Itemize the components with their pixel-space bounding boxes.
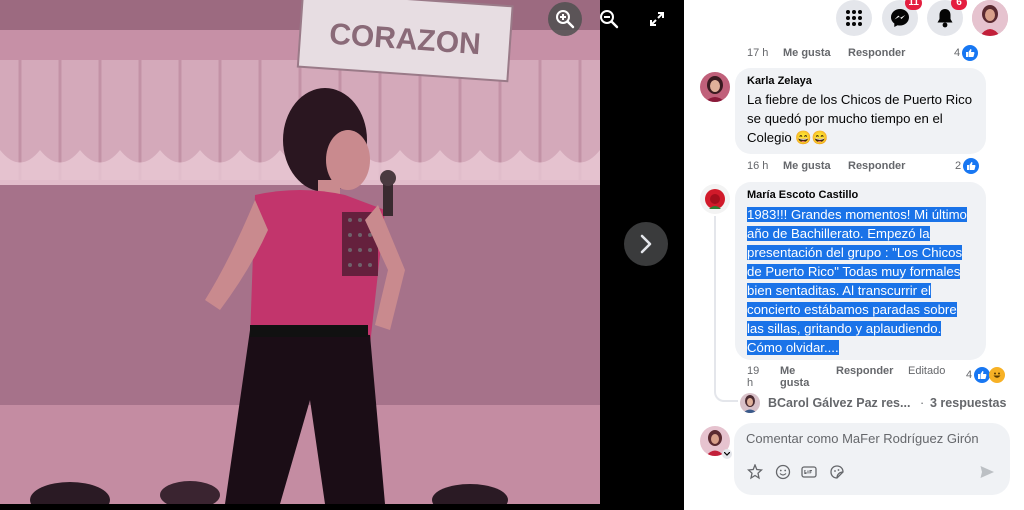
comment-text: La fiebre de los Chicos de Puerto Rico s… bbox=[747, 92, 973, 145]
messenger-icon bbox=[891, 9, 909, 27]
replies-count-link[interactable]: 3 respuestas bbox=[930, 396, 1006, 410]
comment-text-selected: 1983!!! Grandes momentos! Mi último año … bbox=[747, 205, 974, 357]
avatar-image bbox=[700, 184, 730, 214]
gif-icon bbox=[801, 466, 817, 478]
commenter-avatar[interactable] bbox=[700, 184, 730, 214]
reply-preview-author[interactable]: BCarol Gálvez Paz res... bbox=[768, 396, 910, 410]
comment-time: 19 bbox=[747, 365, 760, 377]
comment-time-unit: h bbox=[747, 377, 754, 389]
like-link-second-line[interactable]: gusta bbox=[780, 377, 809, 389]
top-navigation: 11 6 bbox=[684, 0, 1024, 38]
like-reaction-icon bbox=[962, 45, 979, 61]
sticker-avatar-icon bbox=[747, 464, 763, 480]
reaction-number: 4 bbox=[966, 369, 973, 381]
thread-curve bbox=[714, 390, 738, 402]
sticker-icon bbox=[830, 465, 844, 479]
reaction-count-2[interactable]: 2 bbox=[955, 158, 980, 174]
photo-viewer: CORAZON bbox=[0, 0, 684, 510]
messenger-button[interactable]: 11 bbox=[882, 0, 922, 36]
comment-author[interactable]: Karla Zelaya bbox=[747, 74, 974, 88]
thread-line bbox=[714, 216, 716, 392]
bell-icon bbox=[937, 9, 953, 28]
chevron-right-icon bbox=[640, 234, 652, 254]
haha-reaction-icon bbox=[989, 367, 1006, 383]
comment-time: 16 h bbox=[747, 160, 769, 172]
comment-time: 17 h bbox=[747, 47, 769, 59]
reply-author-avatar bbox=[740, 393, 760, 413]
reaction-number: 2 bbox=[955, 160, 962, 172]
fullscreen-button[interactable] bbox=[640, 2, 674, 36]
profile-avatar bbox=[972, 0, 1008, 36]
notifications-button[interactable]: 6 bbox=[927, 0, 967, 36]
commenter-avatar[interactable] bbox=[700, 72, 730, 102]
like-reaction-icon bbox=[963, 158, 980, 174]
concert-photo: CORAZON bbox=[0, 0, 600, 504]
profile-avatar-button[interactable] bbox=[972, 0, 1008, 36]
grid-menu-icon bbox=[846, 10, 862, 26]
reply-link[interactable]: Responder bbox=[848, 47, 905, 59]
selected-comment-text: 1983!!! Grandes momentos! Mi último año … bbox=[747, 207, 967, 355]
reaction-count-1[interactable]: 4 bbox=[954, 45, 979, 61]
expand-icon bbox=[650, 12, 664, 26]
gif-button[interactable] bbox=[800, 463, 818, 481]
reply-link[interactable]: Responder bbox=[836, 365, 893, 377]
comment-input[interactable] bbox=[746, 431, 1000, 446]
concert-photo-illustration: CORAZON bbox=[0, 0, 600, 504]
avatar-dropdown[interactable] bbox=[722, 449, 732, 459]
next-photo-button[interactable] bbox=[624, 222, 668, 266]
zoom-in-icon bbox=[556, 10, 575, 29]
reaction-count-3[interactable]: 4 bbox=[966, 367, 1006, 383]
reply-link[interactable]: Responder bbox=[848, 160, 905, 172]
like-link[interactable]: Me gusta bbox=[783, 160, 831, 172]
replies-summary[interactable]: BCarol Gálvez Paz res... · 3 respuestas bbox=[740, 393, 1020, 413]
messenger-badge: 11 bbox=[905, 0, 922, 10]
menu-button[interactable] bbox=[836, 0, 872, 36]
sticker-button[interactable] bbox=[828, 463, 846, 481]
reaction-number: 4 bbox=[954, 47, 961, 59]
zoom-out-button[interactable] bbox=[592, 2, 626, 36]
emoji-button[interactable] bbox=[774, 463, 792, 481]
notifications-badge: 6 bbox=[951, 0, 967, 10]
like-link[interactable]: Me bbox=[780, 365, 795, 377]
comment-composer bbox=[734, 423, 1010, 495]
send-icon bbox=[980, 466, 994, 478]
like-link[interactable]: Me gusta bbox=[783, 47, 831, 59]
avatar-image bbox=[700, 72, 730, 102]
comment-bubble: Karla Zelaya La fiebre de los Chicos de … bbox=[735, 68, 986, 154]
avatar-sticker-button[interactable] bbox=[746, 463, 764, 481]
separator-dot: · bbox=[920, 396, 925, 410]
edited-label: Editado bbox=[908, 365, 946, 377]
emoji-icon bbox=[775, 464, 791, 480]
chevron-down-icon bbox=[724, 452, 730, 456]
like-reaction-icon bbox=[974, 367, 991, 383]
zoom-out-icon bbox=[600, 10, 619, 29]
zoom-in-button[interactable] bbox=[548, 2, 582, 36]
send-button[interactable] bbox=[978, 463, 996, 481]
comment-bubble: María Escoto Castillo 1983!!! Grandes mo… bbox=[735, 182, 986, 360]
comment-author[interactable]: María Escoto Castillo bbox=[747, 188, 974, 202]
